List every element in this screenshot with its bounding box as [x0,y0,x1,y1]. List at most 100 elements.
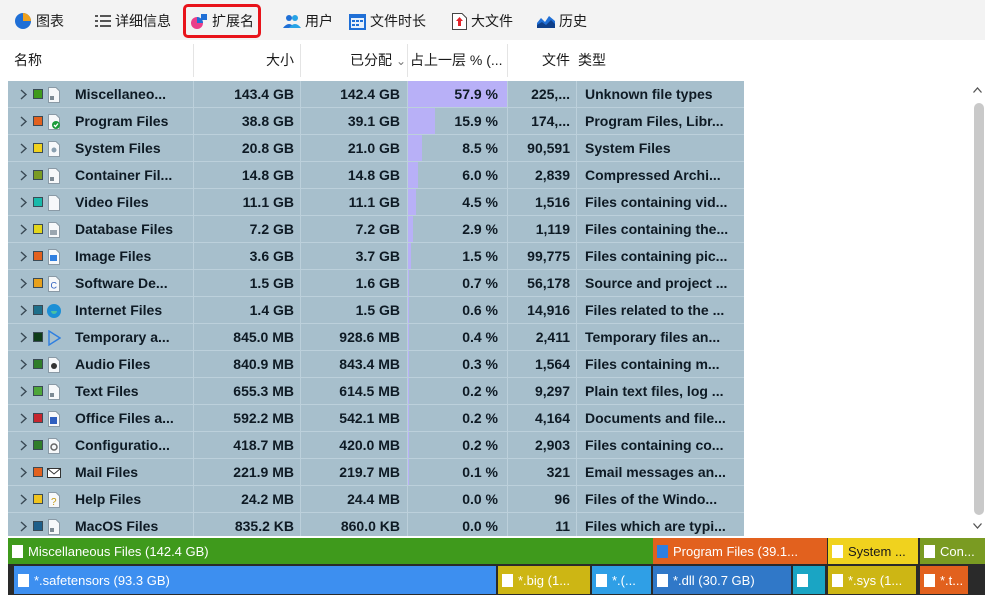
sort-descending-icon: ⌄ [395,54,406,68]
column-files-header[interactable]: 文件 [510,40,570,81]
table-row[interactable]: Mail Files 221.9 MB 219.7 MB 0.1 % 321 Email … [8,459,744,486]
chevron-right-icon[interactable] [19,521,28,532]
table-row[interactable]: Temporary a... 845.0 MB 928.6 MB 0.4 % 2,411… [8,324,744,351]
column-divider[interactable] [407,44,408,77]
cell-type: Temporary files an... [585,329,721,345]
chevron-right-icon[interactable] [19,197,28,208]
column-type-header[interactable]: 类型 [578,40,738,81]
chevron-right-icon[interactable] [19,359,28,370]
table-row[interactable]: System Files 20.8 GB 21.0 GB 8.5 % 90,591 Sys… [8,135,744,162]
vertical-scrollbar[interactable] [970,81,985,536]
table-row[interactable]: Internet Files 1.4 GB 1.5 GB 0.6 % 14,916 Fil… [8,297,744,324]
grid-line [407,135,408,162]
table-row[interactable]: Configuratio... 418.7 MB 420.0 MB 0.2 % 2,90… [8,432,744,459]
treemap-block[interactable]: *.sys (1... [828,566,916,594]
column-size-header[interactable]: 大小 [198,40,294,81]
chevron-right-icon[interactable] [19,251,28,262]
color-swatch [33,467,43,477]
chevron-right-icon[interactable] [19,143,28,154]
table-row[interactable]: Text Files 655.3 MB 614.5 MB 0.2 % 9,297 Plai… [8,378,744,405]
chevron-right-icon[interactable] [19,440,28,451]
chevron-right-icon[interactable] [19,278,28,289]
grid-line [576,108,577,135]
treemap[interactable]: Miscellaneous Files (142.4 GB) *.safeten… [8,538,985,595]
column-divider[interactable] [193,44,194,77]
tab-chart[interactable]: 图表 [14,8,64,34]
treemap-block[interactable]: *.big (1... [498,566,590,594]
scroll-down-icon[interactable] [973,523,982,529]
scroll-up-icon[interactable] [973,87,982,93]
table-row[interactable]: Image Files 3.6 GB 3.7 GB 1.5 % 99,775 Files … [8,243,744,270]
treemap-block[interactable]: Con... [920,538,985,564]
chevron-right-icon[interactable] [19,89,28,100]
tab-history-label: 历史 [559,13,587,29]
table-row[interactable]: Video Files 11.1 GB 11.1 GB 4.5 % 1,516 Files… [8,189,744,216]
tab-history[interactable]: 历史 [537,8,587,34]
table-row[interactable]: Program Files 38.8 GB 39.1 GB 15.9 % 174,...… [8,108,744,135]
treemap-block[interactable]: Miscellaneous Files (142.4 GB) [8,538,653,564]
cell-allocated: 219.7 MB [339,464,400,480]
cell-size: 221.9 MB [233,464,294,480]
treemap-block[interactable]: *.dll (30.7 GB) [653,566,791,594]
treemap-block[interactable]: Program Files (39.1... [653,538,827,564]
cell-files: 225,... [531,86,570,102]
chevron-right-icon[interactable] [19,224,28,235]
tab-large-files[interactable]: 大文件 [452,8,513,34]
cell-allocated: 7.2 GB [355,221,400,237]
tab-users[interactable]: 用户 [283,8,333,34]
table-row[interactable]: ? Help Files 24.2 MB 24.4 MB 0.0 % 96 Files of… [8,486,744,513]
cell-allocated: 843.4 MB [339,356,400,372]
cell-type: Files containing the... [585,221,729,237]
grid-line [193,405,194,432]
column-percent-header[interactable]: 占上一层 % (... [410,40,506,81]
cell-type: Documents and file... [585,410,726,426]
column-allocated-header[interactable]: 已分配 ⌄ [306,40,406,81]
scroll-thumb[interactable] [974,103,984,515]
grid-line [576,189,577,216]
file-icon [502,573,513,587]
treemap-block[interactable]: System ... [828,538,918,564]
grid-line [507,162,508,189]
table-row[interactable]: C Software De... 1.5 GB 1.6 GB 0.7 % 56,178 So… [8,270,744,297]
grid-line [193,459,194,486]
cell-name: Mail Files [75,464,139,480]
cell-name: Configuratio... [75,437,170,453]
table-row[interactable]: Audio Files 840.9 MB 843.4 MB 0.3 % 1,564 Fil… [8,351,744,378]
table-row[interactable]: MacOS Files 835.2 KB 860.0 KB 0.0 % 11 Files … [8,513,744,536]
column-divider[interactable] [507,44,508,77]
table-row[interactable]: Container Fil... 14.8 GB 14.8 GB 6.0 % 2,839… [8,162,744,189]
treemap-block[interactable]: *.safetensors (93.3 GB) [14,566,496,594]
chevron-right-icon[interactable] [19,413,28,424]
tab-file-age[interactable]: 文件时长 [349,8,426,34]
grid-line [193,243,194,270]
column-divider[interactable] [300,44,301,77]
table-row[interactable]: Miscellaneo... 143.4 GB 142.4 GB 57.9 % 225,… [8,81,744,108]
column-name-header[interactable]: 名称 [14,40,184,81]
grid-line [300,513,301,536]
chevron-right-icon[interactable] [19,170,28,181]
tab-details[interactable]: 详细信息 [95,8,171,34]
chevron-right-icon[interactable] [19,467,28,478]
color-swatch [33,278,43,288]
chevron-right-icon[interactable] [19,494,28,505]
tab-extensions[interactable]: 扩展名 [183,4,261,38]
cell-allocated: 24.4 MB [347,491,400,507]
table-row[interactable]: Office Files a... 592.2 MB 542.1 MB 0.2 % 4,… [8,405,744,432]
audio-file-icon [48,357,60,373]
cell-size: 592.2 MB [233,410,294,426]
grid-line [407,432,408,459]
chevron-right-icon[interactable] [19,116,28,127]
cell-allocated: 21.0 GB [347,140,400,156]
cell-name: Temporary a... [75,329,170,345]
table-row[interactable]: Database Files 7.2 GB 7.2 GB 2.9 % 1,119 File… [8,216,744,243]
cell-type: Email messages an... [585,464,726,480]
treemap-block[interactable]: *.t... [920,566,968,594]
treemap-small-block[interactable] [793,566,825,594]
chevron-right-icon[interactable] [19,332,28,343]
grid-line [300,405,301,432]
grid-line [576,81,577,108]
treemap-block[interactable]: *.(... [592,566,651,594]
grid-line [507,378,508,405]
chevron-right-icon[interactable] [19,305,28,316]
chevron-right-icon[interactable] [19,386,28,397]
